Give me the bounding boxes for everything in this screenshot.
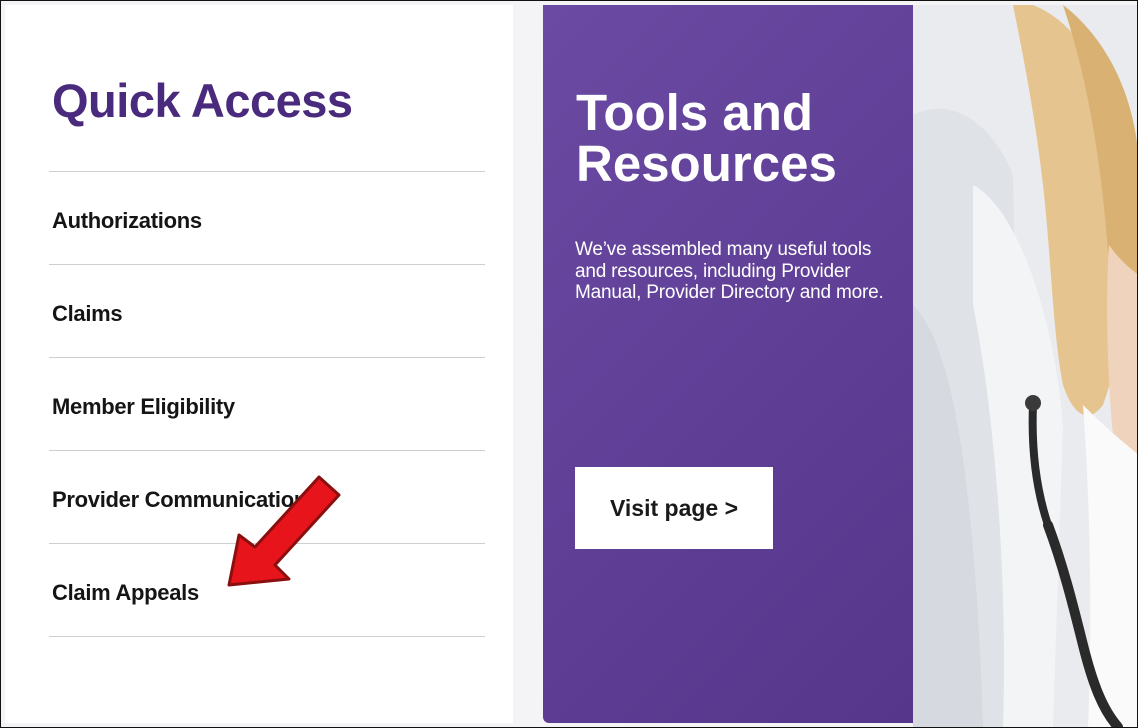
member-eligibility-link[interactable]: Member Eligibility: [52, 394, 235, 420]
claims-link[interactable]: Claims: [52, 301, 123, 327]
promo-description: We’ve assembled many useful tools and re…: [575, 239, 884, 304]
red-arrow-icon: [227, 475, 341, 587]
quick-access-title: Quick Access: [52, 74, 353, 127]
list-item: Member Eligibility: [49, 358, 485, 451]
list-item: Authorizations: [49, 172, 485, 265]
claim-appeals-link[interactable]: Claim Appeals: [52, 580, 199, 606]
tools-resources-promo: Tools and Resources We’ve assembled many…: [543, 5, 913, 723]
promo-title: Tools and Resources: [576, 84, 837, 192]
page-frame: Quick Access Authorizations Claims Membe…: [0, 0, 1138, 728]
authorizations-link[interactable]: Authorizations: [52, 208, 202, 234]
doctor-photo: [913, 5, 1137, 727]
quick-access-panel: Quick Access Authorizations Claims Membe…: [5, 5, 513, 723]
list-item: Claims: [49, 265, 485, 358]
doctor-illustration: [913, 5, 1137, 727]
visit-page-button[interactable]: Visit page >: [575, 467, 773, 549]
